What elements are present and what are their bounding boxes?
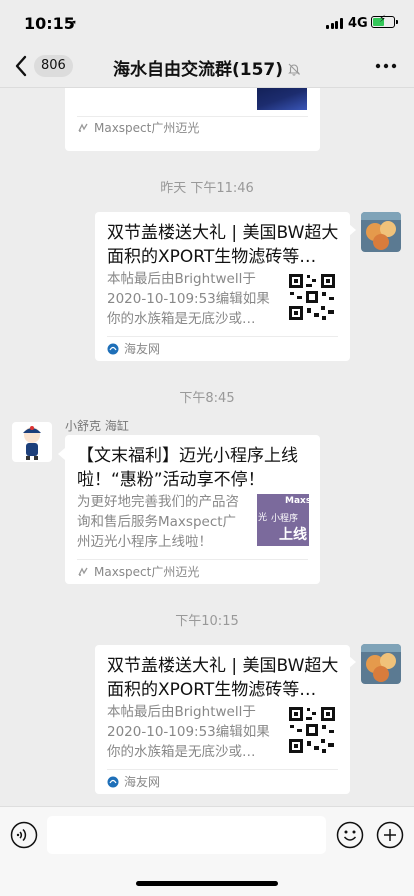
avatar[interactable] — [361, 644, 401, 684]
site-logo-icon — [107, 776, 119, 788]
network-type: 4G — [348, 16, 368, 31]
mini-program-icon — [77, 122, 89, 134]
message-input[interactable] — [47, 816, 326, 854]
card-title: 【文末福利】迈光小程序上线啦！“惠粉”活动享不停！ — [77, 446, 298, 490]
card-description: 本帖最后由Brightwell于2020-10-109:53编辑如果你的水族箱是… — [107, 271, 270, 327]
sender-name: 小舒克 海缸 — [65, 419, 129, 433]
chat-title-text: 海水自由交流群(157) — [112, 60, 284, 80]
home-indicator[interactable] — [136, 881, 278, 886]
link-card[interactable]: 【文末福利】迈光小程序上线啦！“惠粉”活动享不停！ 为更好地完善我们的产品咨询和… — [65, 435, 320, 584]
status-bar: 10:15 ➚ 4G ⚡ — [0, 0, 414, 44]
bell-slash-icon — [287, 61, 301, 76]
card-source-label: Maxspect广州迈光 — [94, 565, 200, 579]
card-divider — [107, 769, 338, 770]
card-source: Maxspect广州迈光 — [77, 564, 199, 580]
cellular-signal-icon — [326, 18, 343, 29]
location-arrow-icon: ➚ — [68, 17, 78, 30]
site-logo-icon — [107, 343, 119, 355]
card-title: 双节盖楼送大礼 | 美国BW超大面积的XPORT生物滤砖等… — [107, 656, 339, 700]
time-label: 下午8:45 — [179, 391, 235, 406]
thumbnail-text: Maxspe — [285, 496, 309, 506]
thumbnail-text: 光 — [258, 513, 268, 523]
chat-message-list[interactable]: Maxspect广州迈光 昨天 下午11:46 双节盖楼送大礼 | 美国BW超大… — [0, 88, 414, 806]
voice-icon[interactable] — [10, 821, 38, 849]
article-thumbnail: Maxspe 光 小程序 上线 — [257, 494, 309, 546]
card-source: Maxspect广州迈光 — [77, 120, 199, 136]
card-description: 为更好地完善我们的产品咨询和售后服务Maxspect广州迈光小程序上线啦！ — [77, 494, 239, 550]
bubble-tail — [58, 448, 65, 460]
article-thumbnail — [257, 88, 307, 110]
qr-code-thumbnail — [287, 272, 337, 322]
chat-title[interactable]: 海水自由交流群(157) — [0, 55, 414, 80]
plus-circle-icon[interactable] — [376, 821, 404, 849]
card-source-label: 海友网 — [124, 775, 161, 789]
card-source: 海友网 — [107, 341, 160, 357]
time-label: 下午10:15 — [175, 614, 239, 629]
card-divider — [77, 559, 308, 560]
link-card[interactable]: 双节盖楼送大礼 | 美国BW超大面积的XPORT生物滤砖等… 本帖最后由Brig… — [95, 645, 350, 794]
card-divider — [77, 116, 308, 117]
card-source-label: 海友网 — [124, 342, 161, 356]
avatar[interactable] — [361, 212, 401, 252]
card-source: 海友网 — [107, 774, 160, 790]
battery-icon: ⚡ — [371, 14, 398, 28]
thumbnail-text: 小程序 — [271, 514, 299, 524]
card-description: 本帖最后由Brightwell于2020-10-109:53编辑如果你的水族箱是… — [107, 704, 270, 760]
card-divider — [107, 336, 338, 337]
thumbnail-text: 上线 — [279, 527, 307, 543]
chat-nav-bar: 806 海水自由交流群(157) — [0, 44, 414, 88]
bubble-tail — [349, 656, 356, 668]
link-card[interactable]: 双节盖楼送大礼 | 美国BW超大面积的XPORT生物滤砖等… 本帖最后由Brig… — [95, 212, 350, 361]
avatar[interactable] — [12, 422, 52, 462]
ellipsis-icon[interactable] — [372, 58, 400, 74]
emoji-icon[interactable] — [336, 821, 364, 849]
time-label: 昨天 下午11:46 — [160, 181, 254, 196]
card-source-label: Maxspect广州迈光 — [94, 121, 200, 135]
mini-program-icon — [77, 566, 89, 578]
link-card[interactable]: Maxspect广州迈光 — [65, 88, 320, 151]
bubble-tail — [349, 224, 356, 236]
qr-code-thumbnail — [287, 705, 337, 755]
card-title: 双节盖楼送大礼 | 美国BW超大面积的XPORT生物滤砖等… — [107, 223, 339, 267]
